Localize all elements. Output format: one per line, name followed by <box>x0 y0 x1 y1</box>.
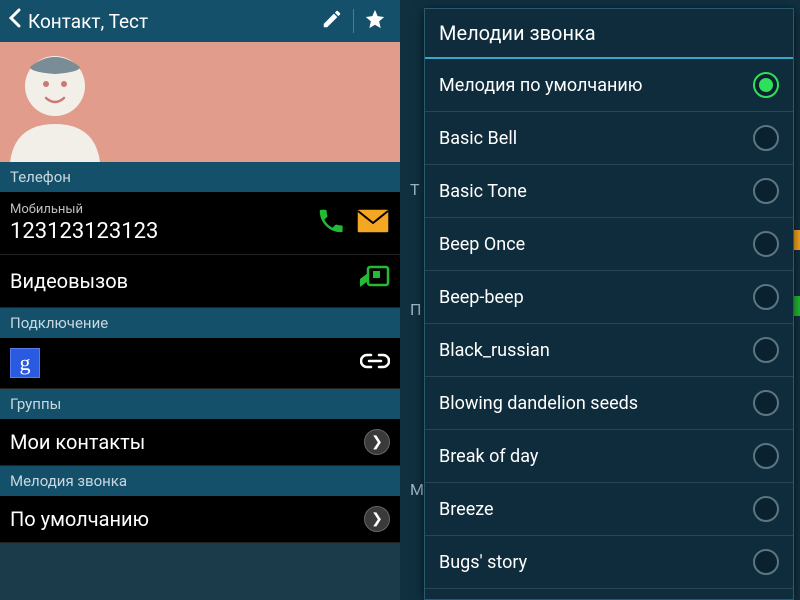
google-icon: g <box>10 348 40 378</box>
section-header-phone: Телефон <box>0 162 400 192</box>
ringtone-option[interactable]: Bugs' story <box>425 536 793 589</box>
ringtone-option-label: Breeze <box>439 499 753 520</box>
favorite-star-icon[interactable] <box>354 8 396 35</box>
connection-row[interactable]: g <box>0 338 400 389</box>
ringtone-value: По умолчанию <box>10 507 346 531</box>
ringtone-options-list: Мелодия по умолчанию Basic Bell Basic Tone… <box>425 59 793 599</box>
radio-icon[interactable] <box>753 496 779 522</box>
section-header-connection: Подключение <box>0 308 400 338</box>
video-call-icon[interactable] <box>346 265 390 297</box>
ringtone-option-label: Bugs' story <box>439 552 753 573</box>
ringtone-option[interactable]: Black_russian <box>425 324 793 377</box>
groups-value: Мои контакты <box>10 430 346 454</box>
video-call-row[interactable]: Видеовызов <box>0 255 400 308</box>
radio-icon[interactable] <box>753 125 779 151</box>
ringtone-option[interactable]: Beep-beep <box>425 271 793 324</box>
ringtone-option[interactable]: Breeze <box>425 483 793 536</box>
call-icon[interactable] <box>302 206 346 240</box>
contact-avatar[interactable] <box>0 42 400 162</box>
groups-row[interactable]: Мои контакты ❯ <box>0 419 400 466</box>
radio-icon[interactable] <box>753 178 779 204</box>
ringtone-row[interactable]: По умолчанию ❯ <box>0 496 400 543</box>
radio-icon[interactable] <box>753 72 779 98</box>
ringtone-dialog: Мелодии звонка Мелодия по умолчанию Basic… <box>424 8 794 600</box>
radio-icon[interactable] <box>753 284 779 310</box>
contact-detail-pane: Контакт, Тест Телефон Мобильный 12312312… <box>0 0 400 600</box>
radio-icon[interactable] <box>753 390 779 416</box>
chevron-right-icon[interactable]: ❯ <box>346 429 390 455</box>
sms-icon[interactable] <box>346 208 390 238</box>
ringtone-option[interactable]: Beep Once <box>425 218 793 271</box>
ringtone-option-label: Blowing dandelion seeds <box>439 393 753 414</box>
ringtone-option-label: Beep Once <box>439 234 753 255</box>
radio-icon[interactable] <box>753 549 779 575</box>
video-call-label: Видеовызов <box>10 269 346 293</box>
ringtone-option[interactable]: Basic Bell <box>425 112 793 165</box>
ringtone-option[interactable]: Мелодия по умолчанию <box>425 59 793 112</box>
phone-type-label: Мобильный <box>10 202 302 217</box>
ringtone-option-label: Basic Tone <box>439 181 753 202</box>
phone-row[interactable]: Мобильный 123123123123 <box>0 192 400 255</box>
edit-icon[interactable] <box>311 8 353 35</box>
page-title: Контакт, Тест <box>26 10 311 33</box>
ringtone-option-label: Black_russian <box>439 340 753 361</box>
link-icon[interactable] <box>346 352 390 374</box>
ringtone-option-label: Мелодия по умолчанию <box>439 75 753 96</box>
section-header-groups: Группы <box>0 389 400 419</box>
phone-number: 123123123123 <box>10 219 302 244</box>
section-header-ringtone: Мелодия звонка <box>0 466 400 496</box>
radio-icon[interactable] <box>753 231 779 257</box>
radio-icon[interactable] <box>753 337 779 363</box>
chevron-right-icon[interactable]: ❯ <box>346 506 390 532</box>
titlebar: Контакт, Тест <box>0 0 400 42</box>
ringtone-option-label: Beep-beep <box>439 287 753 308</box>
ringtone-option-label: Basic Bell <box>439 128 753 149</box>
ringtone-picker-pane: Т П М Мелодии звонка Мелодия по умолчани… <box>400 0 800 600</box>
radio-icon[interactable] <box>753 443 779 469</box>
ringtone-option[interactable]: Blowing dandelion seeds <box>425 377 793 430</box>
ringtone-option[interactable]: Basic Tone <box>425 165 793 218</box>
dialog-title: Мелодии звонка <box>425 9 793 59</box>
ringtone-option-label: Break of day <box>439 446 753 467</box>
back-chevron-icon[interactable] <box>4 8 26 34</box>
ringtone-option[interactable]: Break of day <box>425 430 793 483</box>
